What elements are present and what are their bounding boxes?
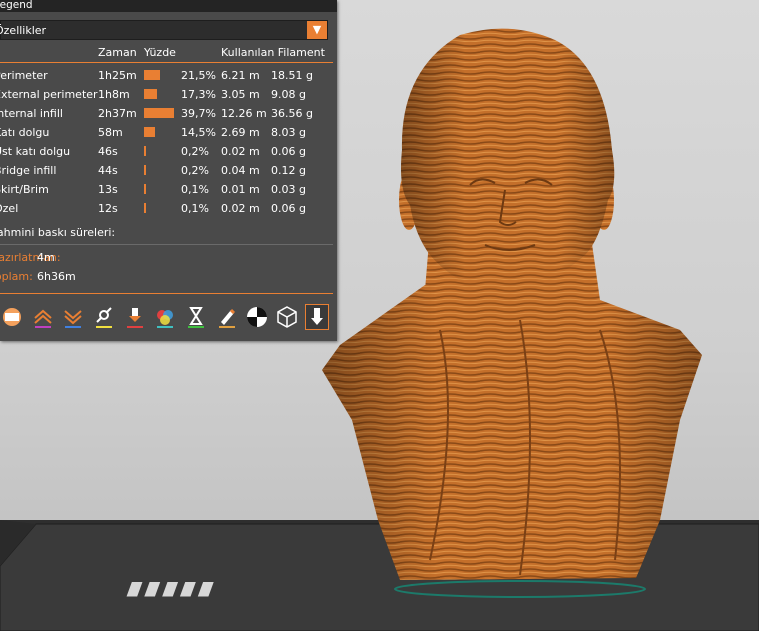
feature-weight: 8.03 g [271,126,306,139]
feature-time: 2h37m [98,107,137,120]
view-type-dropdown[interactable]: Özellikler ▼ [0,20,328,40]
feature-name: External perimeter [0,88,98,101]
feature-weight: 0.03 g [271,183,306,196]
feature-percent: 17,3% [181,88,216,101]
header-used-filament: Kullanılan Filament [221,46,325,59]
feature-name: Üst katı dolgu [0,145,71,158]
seams-icon[interactable] [123,304,147,330]
feature-length: 0.02 m [221,202,260,215]
percent-bar [144,108,174,118]
feature-name: Katı dolgu [0,126,50,139]
feature-time: 58m [98,126,123,139]
chevron-down-icon[interactable]: ▼ [307,21,327,39]
feature-percent: 0,2% [181,145,209,158]
feature-length: 3.05 m [221,88,260,101]
view-type-value: Özellikler [0,24,47,37]
feature-row[interactable]: Skirt/Brim 13s 0,1% 0.01 m 0.03 g [0,181,337,200]
feature-length: 2.69 m [221,126,260,139]
feature-row[interactable]: Katı dolgu 58m 14,5% 2.69 m 8.03 g [0,124,337,143]
percent-bar [144,89,157,99]
feature-time: 13s [98,183,118,196]
mode-value: 6h36m [37,270,76,283]
header-divider [0,62,333,63]
pause-prints-icon[interactable] [184,304,208,330]
feature-percent: 0,1% [181,202,209,215]
feature-time: 44s [98,164,118,177]
feature-weight: 0.12 g [271,164,306,177]
percent-bar [144,165,146,175]
feature-name: Özel [0,202,19,215]
feature-percent: 0,2% [181,164,209,177]
divider [0,244,333,245]
feature-weight: 9.08 g [271,88,306,101]
feature-row[interactable]: External perimeter 1h8m 17,3% 3.05 m 9.08 g [0,86,337,105]
mode-key: Toplam: [0,270,33,283]
legend-panel: Legend Özellikler ▼ Zaman Yüzde Kullanıl… [0,0,337,341]
feature-row[interactable]: Bridge infill 44s 0,2% 0.04 m 0.12 g [0,162,337,181]
feature-length: 12.26 m [221,107,267,120]
feature-name: Bridge infill [0,164,57,177]
legend-title: Legend [0,0,337,12]
feature-length: 0.02 m [221,145,260,158]
header-percent: Yüzde [144,46,176,59]
mode-value: 4m [37,251,55,264]
percent-bar [144,203,146,213]
feature-length: 6.21 m [221,69,260,82]
center-of-gravity-icon[interactable] [245,304,269,330]
estimated-times-label: Tahmini baskı süreleri: [0,226,116,239]
feature-time: 1h25m [98,69,137,82]
header-time: Zaman [98,46,137,59]
retractions-icon[interactable] [31,304,55,330]
toolpath-marker-icon[interactable] [305,304,329,330]
shells-icon[interactable] [275,304,299,330]
feature-time: 12s [98,202,118,215]
feature-weight: 0.06 g [271,145,306,158]
feature-length: 0.04 m [221,164,260,177]
deretractions-icon[interactable] [61,304,85,330]
feature-percent: 14,5% [181,126,216,139]
feature-percent: 39,7% [181,107,216,120]
feature-percent: 21,5% [181,69,216,82]
percent-bar [144,70,161,80]
wipe-icon[interactable] [92,304,116,330]
percent-bar [144,146,146,156]
percent-bar [144,184,146,194]
feature-row[interactable]: Perimeter 1h25m 21,5% 6.21 m 18.51 g [0,67,337,86]
feature-name: Internal infill [0,107,63,120]
feature-percent: 0,1% [181,183,209,196]
feature-row[interactable]: Özel 12s 0,1% 0.02 m 0.06 g [0,200,337,219]
feature-weight: 0.06 g [271,202,306,215]
feature-weight: 36.56 g [271,107,313,120]
feature-weight: 18.51 g [271,69,313,82]
feature-row[interactable]: Internal infill 2h37m 39,7% 12.26 m 36.56 g [0,105,337,124]
feature-length: 0.01 m [221,183,260,196]
toolbar-divider [0,293,333,294]
feature-name: Skirt/Brim [0,183,49,196]
feature-time: 1h8m [98,88,130,101]
color-changes-icon[interactable] [153,304,177,330]
percent-bar [144,127,155,137]
custom-gcode-icon[interactable] [215,304,239,330]
feature-name: Perimeter [0,69,48,82]
travel-icon[interactable] [0,304,24,330]
feature-row[interactable]: Üst katı dolgu 46s 0,2% 0.02 m 0.06 g [0,143,337,162]
feature-time: 46s [98,145,118,158]
